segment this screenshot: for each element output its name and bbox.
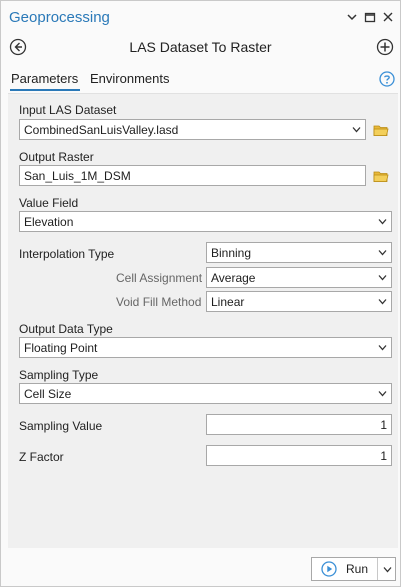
z-factor-input[interactable]: 1 [206,445,392,466]
chevron-down-icon [378,250,387,256]
void-fill-dropdown[interactable]: Linear [206,291,392,312]
value-field-value: Elevation [24,215,74,229]
chevron-down-icon [378,345,387,351]
run-split-divider [377,558,378,580]
input-las-dropdown[interactable]: CombinedSanLuisValley.lasd [19,119,366,140]
z-factor-label: Z Factor [19,450,64,464]
value-field-label: Value Field [19,196,79,210]
cell-assignment-dropdown[interactable]: Average [206,267,392,288]
pane-titlebar: Geoprocessing [1,1,400,33]
chevron-down-icon [378,299,387,305]
tool-header: LAS Dataset To Raster [1,33,400,61]
interpolation-type-label: Interpolation Type [19,247,115,261]
folder-icon[interactable] [373,169,389,183]
chevron-down-icon [378,275,387,281]
maximize-icon[interactable] [363,10,377,24]
output-data-type-value: Floating Point [24,341,98,355]
cell-assignment-value: Average [211,271,256,285]
cell-assignment-label: Cell Assignment [116,271,203,285]
geoprocessing-pane: Geoprocessing LAS Dataset To Raster Para… [0,0,401,587]
run-button[interactable]: Run [311,557,396,581]
chevron-down-icon [378,391,387,397]
add-icon[interactable] [376,38,394,56]
void-fill-label: Void Fill Method [116,295,202,309]
chevron-down-icon [378,219,387,225]
sampling-value-input[interactable]: 1 [206,414,392,435]
input-las-value: CombinedSanLuisValley.lasd [24,123,179,137]
tab-strip: Parameters Environments [1,69,400,91]
parameters-panel: Input LAS Dataset CombinedSanLuisValley.… [8,93,398,548]
pane-title: Geoprocessing [9,9,110,26]
output-raster-input[interactable]: San_Luis_1M_DSM [19,165,366,186]
output-data-type-label: Output Data Type [19,322,113,336]
input-las-label: Input LAS Dataset [19,103,117,117]
sampling-type-label: Sampling Type [19,368,99,382]
chevron-down-icon [352,127,361,133]
bottom-bar: Run [1,549,400,586]
tool-title: LAS Dataset To Raster [129,39,272,55]
tab-environments[interactable]: Environments [90,71,169,86]
chevron-down-icon[interactable] [383,565,392,574]
interpolation-type-value: Binning [211,246,252,260]
run-icon [321,561,337,577]
value-field-dropdown[interactable]: Elevation [19,211,392,232]
sampling-type-dropdown[interactable]: Cell Size [19,383,392,404]
interpolation-type-dropdown[interactable]: Binning [206,242,392,263]
sampling-value-label: Sampling Value [19,419,103,433]
folder-icon[interactable] [373,123,389,137]
close-icon[interactable] [381,10,395,24]
options-menu-icon[interactable] [345,10,359,24]
output-raster-label: Output Raster [19,150,94,164]
sampling-type-value: Cell Size [24,387,72,401]
output-data-type-dropdown[interactable]: Floating Point [19,337,392,358]
help-icon[interactable] [379,71,395,87]
run-label: Run [346,562,369,576]
tab-parameters[interactable]: Parameters [11,71,78,86]
void-fill-value: Linear [211,295,245,309]
active-tab-indicator [10,89,80,91]
